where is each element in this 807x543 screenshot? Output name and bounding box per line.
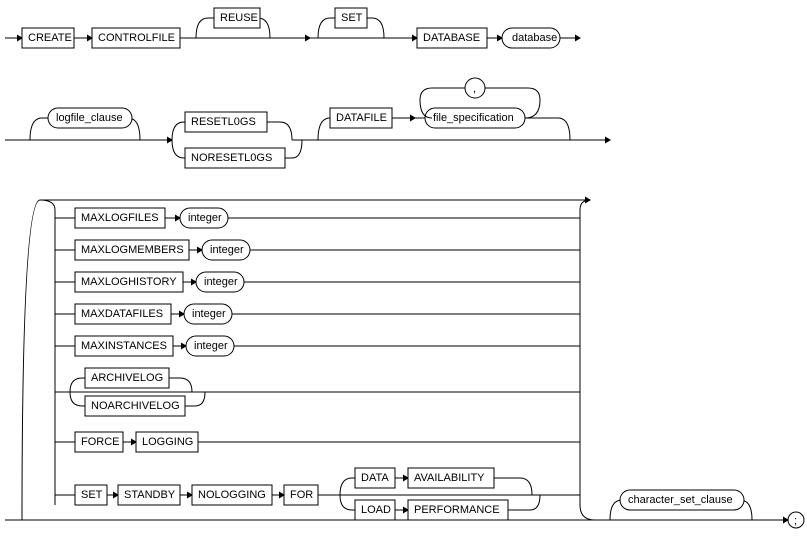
set-label: SET	[341, 12, 363, 24]
maxinstances-label: MAXINSTANCES	[81, 340, 167, 352]
integer-label-2: integer	[210, 244, 244, 256]
resetlogs-label: RESETL0GS	[191, 116, 256, 128]
datafile-label: DATAFILE	[336, 112, 387, 124]
tail: character_set_clause ;	[595, 490, 804, 528]
comma-label: ,	[473, 83, 476, 95]
archivelog-label: ARCHIVELOG	[91, 372, 163, 384]
row2: logfile_clause RESETL0GS NORESETL0GS DAT…	[5, 78, 610, 168]
load-label: LOAD	[361, 504, 391, 516]
set-label2: SET	[81, 489, 103, 501]
standby-label: STANDBY	[124, 489, 176, 501]
logging-label: LOGGING	[142, 436, 193, 448]
maxlogfiles-label: MAXLOGFILES	[81, 212, 159, 224]
nologging-label: NOLOGGING	[198, 489, 266, 501]
maxdatafiles-label: MAXDATAFILES	[81, 308, 163, 320]
maxloghistory-label: MAXLOGHISTORY	[81, 276, 177, 288]
database-term-label: database	[512, 32, 557, 44]
noresetlogs-label: NORESETL0GS	[191, 152, 272, 164]
data-label: DATA	[361, 472, 389, 484]
semicolon-label: ;	[794, 515, 797, 527]
reuse-label: REUSE	[220, 12, 258, 24]
maxlogmembers-label: MAXLOGMEMBERS	[81, 244, 184, 256]
integer-label-3: integer	[204, 276, 238, 288]
controlfile-label: CONTROLFILE	[98, 32, 175, 44]
integer-label-5: integer	[194, 340, 228, 352]
row1: CREATE CONTROLFILE REUSE SET DATABASE da…	[5, 8, 580, 48]
create-label: CREATE	[28, 32, 72, 44]
performance-label: PERFORMANCE	[414, 504, 500, 516]
integer-label-4: integer	[192, 308, 226, 320]
for-label: FOR	[290, 489, 313, 501]
force-label: FORCE	[81, 436, 120, 448]
integer-label-1: integer	[188, 212, 222, 224]
file-specification-label: file_specification	[433, 112, 514, 124]
availability-label: AVAILABILITY	[414, 472, 485, 484]
character-set-clause-label: character_set_clause	[628, 494, 733, 506]
noarchivelog-label: NOARCHIVELOG	[91, 400, 180, 412]
logfile-clause-label: logfile_clause	[56, 112, 123, 124]
options-block: MAXLOGFILES integer MAXLOGMEMBERS intege…	[5, 200, 610, 520]
database-label: DATABASE	[423, 32, 480, 44]
